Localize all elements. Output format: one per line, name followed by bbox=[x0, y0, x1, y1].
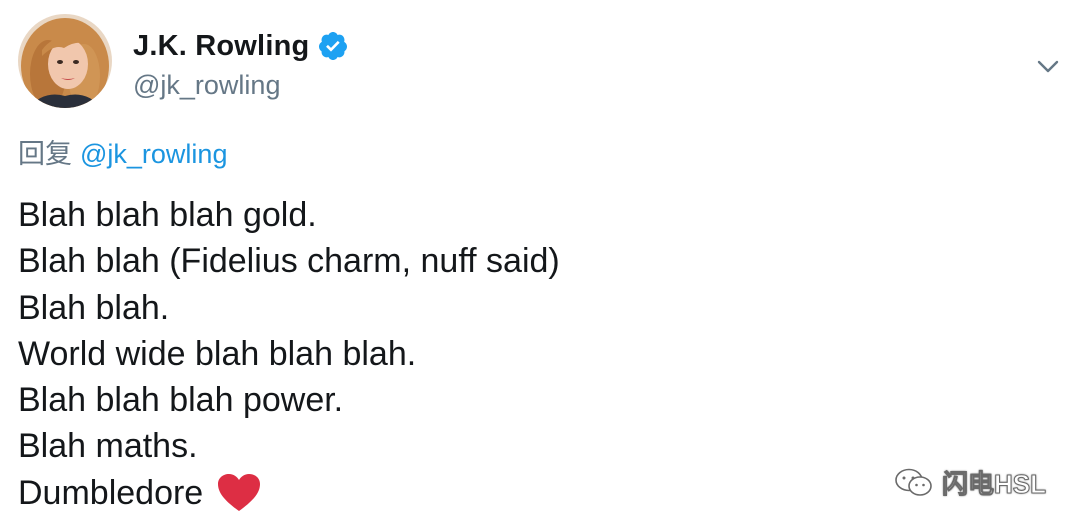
display-name[interactable]: J.K. Rowling bbox=[133, 30, 309, 63]
chevron-down-icon[interactable] bbox=[1034, 52, 1062, 80]
watermark: 闪电HSL bbox=[894, 464, 1047, 501]
wechat-icon bbox=[895, 468, 932, 496]
watermark-text: 闪电HSL bbox=[941, 469, 1046, 500]
author-block: J.K. Rowling @jk_rowling bbox=[133, 26, 349, 101]
tweet-line: Blah maths. bbox=[18, 427, 198, 466]
tweet-text: Blah blah blah gold. Blah blah (Fidelius… bbox=[18, 192, 1018, 516]
tweet-line-last: Dumbledore bbox=[18, 470, 1018, 516]
display-name-row: J.K. Rowling bbox=[133, 26, 349, 66]
tweet-card: J.K. Rowling @jk_rowling 回复 @jk_rowling B… bbox=[0, 0, 1080, 530]
heart-icon bbox=[217, 473, 261, 513]
tweet-line: Blah blah (Fidelius charm, nuff said) bbox=[18, 242, 560, 281]
tweet-line: Blah blah blah power. bbox=[18, 381, 344, 420]
tweet-line: Blah blah. bbox=[18, 288, 170, 327]
reply-context: 回复 @jk_rowling bbox=[18, 132, 227, 171]
tweet-line: Blah blah blah gold. bbox=[18, 196, 317, 234]
verified-badge-icon bbox=[317, 30, 349, 62]
avatar[interactable] bbox=[18, 14, 112, 108]
tweet-line: World wide blah blah blah. bbox=[18, 334, 417, 373]
reply-prefix: 回复 bbox=[18, 139, 72, 169]
reply-mention-link[interactable]: @jk_rowling bbox=[80, 139, 227, 169]
handle[interactable]: @jk_rowling bbox=[133, 70, 349, 101]
tweet-line-text: Dumbledore bbox=[18, 473, 204, 512]
